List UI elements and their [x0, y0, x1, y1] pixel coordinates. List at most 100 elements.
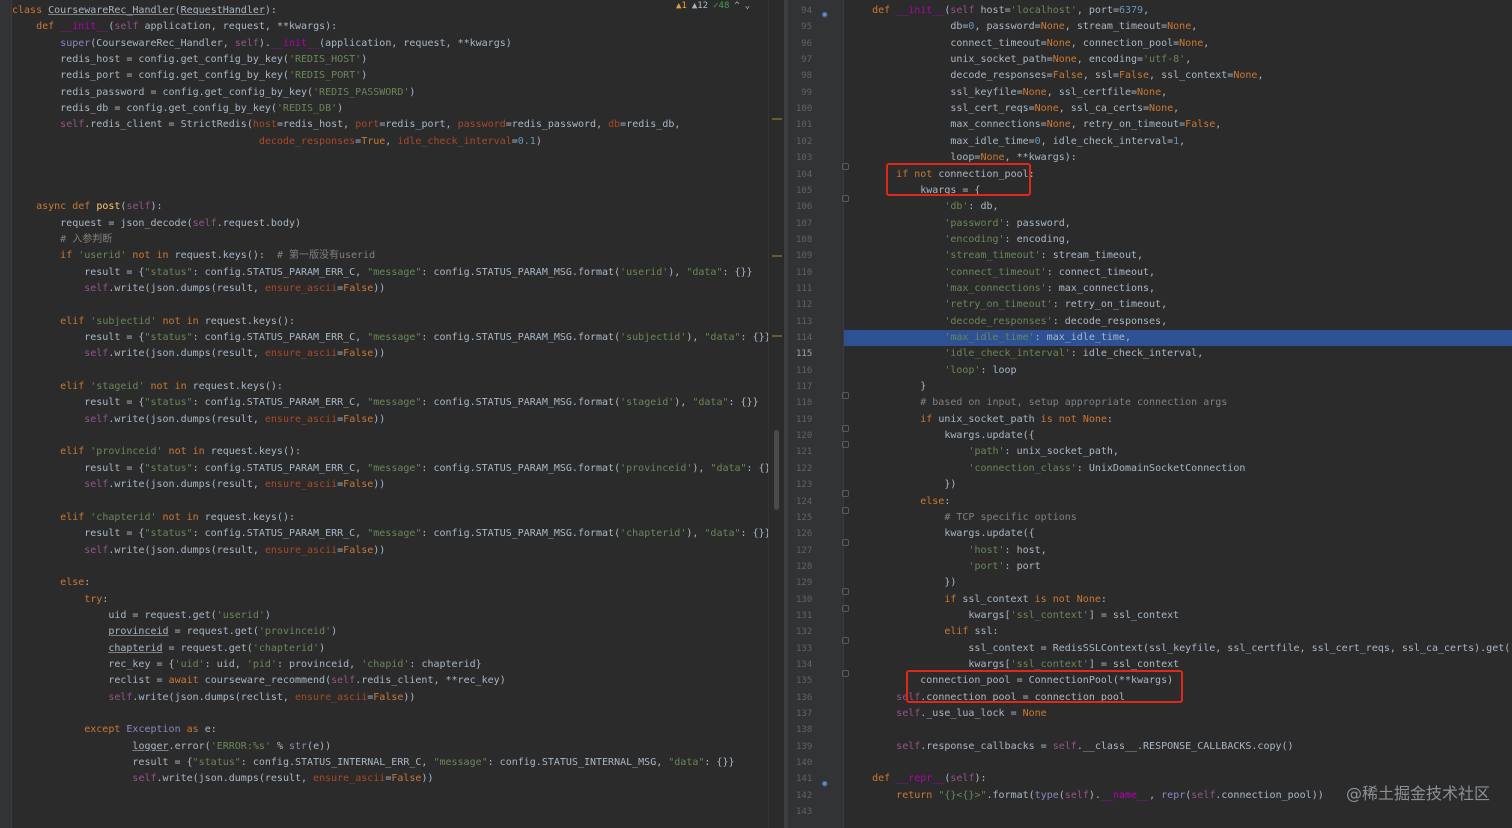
code-line[interactable]: decode_responses=False, ssl=False, ssl_c…	[844, 68, 1512, 84]
code-line[interactable]: self.response_callbacks = self.__class__…	[844, 739, 1512, 755]
code-line[interactable]	[0, 363, 768, 379]
code-line[interactable]: self._use_lua_lock = None	[844, 706, 1512, 722]
code-line[interactable]: reclist = await courseware_recommend(sel…	[0, 673, 768, 689]
code-line[interactable]: 'encoding': encoding,	[844, 232, 1512, 248]
code-line[interactable]: 'db': db,	[844, 199, 1512, 215]
code-line[interactable]: # 入参判断	[0, 232, 768, 248]
code-line[interactable]: self.write(json.dumps(result, ensure_asc…	[0, 477, 768, 493]
code-line[interactable]: result = {"status": config.STATUS_PARAM_…	[0, 330, 768, 346]
code-line[interactable]: result = {"status": config.STATUS_PARAM_…	[0, 265, 768, 281]
code-line[interactable]: elif 'provinceid' not in request.keys():	[0, 444, 768, 460]
fold-marker-icon[interactable]	[842, 670, 849, 677]
code-line[interactable]: 'host': host,	[844, 543, 1512, 559]
code-line[interactable]: result = {"status": config.STATUS_PARAM_…	[0, 526, 768, 542]
code-line[interactable]: kwargs.update({	[844, 526, 1512, 542]
fold-marker-icon[interactable]	[842, 490, 849, 497]
code-line[interactable]: uid = request.get('userid')	[0, 608, 768, 624]
code-line[interactable]: def __init__(self application, request, …	[0, 19, 768, 35]
code-line[interactable]: self.redis_client = StrictRedis(host=red…	[0, 117, 768, 133]
code-line[interactable]: request = json_decode(self.request.body)	[0, 216, 768, 232]
code-line[interactable]: decode_responses=True, idle_check_interv…	[0, 134, 768, 150]
code-line[interactable]: # based on input, setup appropriate conn…	[844, 395, 1512, 411]
code-line[interactable]: chapterid = request.get('chapterid')	[0, 641, 768, 657]
code-line[interactable]: 'max_connections': max_connections,	[844, 281, 1512, 297]
fold-marker-icon[interactable]	[842, 507, 849, 514]
code-line[interactable]: connect_timeout=None, connection_pool=No…	[844, 36, 1512, 52]
override-icon[interactable]: ◉	[822, 10, 827, 20]
code-line[interactable]: 'port': port	[844, 559, 1512, 575]
code-line[interactable]: max_idle_time=0, idle_check_interval=1,	[844, 134, 1512, 150]
code-line[interactable]: 'retry_on_timeout': retry_on_timeout,	[844, 297, 1512, 313]
code-line[interactable]	[0, 428, 768, 444]
code-line[interactable]: self.write(json.dumps(result, ensure_asc…	[0, 346, 768, 362]
code-line[interactable]: class CoursewareRec_Handler(RequestHandl…	[0, 3, 768, 19]
code-line[interactable]: 'path': unix_socket_path,	[844, 444, 1512, 460]
fold-marker-icon[interactable]	[842, 441, 849, 448]
code-line[interactable]: 'loop': loop	[844, 363, 1512, 379]
code-line[interactable]	[0, 706, 768, 722]
code-line[interactable]: 'connection_class': UnixDomainSocketConn…	[844, 461, 1512, 477]
code-line[interactable]: result = {"status": config.STATUS_PARAM_…	[0, 395, 768, 411]
code-line[interactable]: if 'userid' not in request.keys(): # 第一版…	[0, 248, 768, 264]
code-line[interactable]: logger.error('ERROR:%s' % str(e))	[0, 739, 768, 755]
code-line[interactable]: ssl_context = RedisSSLContext(ssl_keyfil…	[844, 641, 1512, 657]
code-line[interactable]: 'idle_check_interval': idle_check_interv…	[844, 346, 1512, 362]
code-line[interactable]	[0, 297, 768, 313]
code-line[interactable]: unix_socket_path=None, encoding='utf-8',	[844, 52, 1512, 68]
code-line[interactable]: redis_password = config.get_config_by_ke…	[0, 85, 768, 101]
scrollbar-thumb[interactable]	[774, 430, 779, 510]
code-line[interactable]: except Exception as e:	[0, 722, 768, 738]
code-line[interactable]: elif 'subjectid' not in request.keys():	[0, 314, 768, 330]
code-line[interactable]: ssl_cert_reqs=None, ssl_ca_certs=None,	[844, 101, 1512, 117]
code-line[interactable]	[0, 183, 768, 199]
code-line[interactable]: redis_host = config.get_config_by_key('R…	[0, 52, 768, 68]
code-line[interactable]: self.write(json.dumps(reclist, ensure_as…	[0, 690, 768, 706]
code-line[interactable]: max_connections=None, retry_on_timeout=F…	[844, 117, 1512, 133]
right-editor[interactable]: def __init__(self host='localhost', port…	[844, 0, 1512, 828]
code-line[interactable]: else:	[844, 494, 1512, 510]
code-line[interactable]: 'stream_timeout': stream_timeout,	[844, 248, 1512, 264]
fold-marker-icon[interactable]	[842, 195, 849, 202]
code-line[interactable]: 'connect_timeout': connect_timeout,	[844, 265, 1512, 281]
code-line[interactable]	[844, 804, 1512, 820]
code-line[interactable]	[844, 722, 1512, 738]
code-line[interactable]: kwargs.update({	[844, 428, 1512, 444]
override-icon[interactable]: ◉	[822, 779, 827, 789]
code-line[interactable]: self.write(json.dumps(result, ensure_asc…	[0, 412, 768, 428]
code-line[interactable]: result = {"status": config.STATUS_PARAM_…	[0, 461, 768, 477]
code-line[interactable]: try:	[0, 592, 768, 608]
code-line[interactable]: provinceid = request.get('provinceid')	[0, 624, 768, 640]
code-line[interactable]	[0, 559, 768, 575]
fold-marker-icon[interactable]	[842, 539, 849, 546]
code-line[interactable]: 'max_idle_time': max_idle_time,	[844, 330, 1512, 346]
code-line[interactable]: 'decode_responses': decode_responses,	[844, 314, 1512, 330]
code-line[interactable]	[0, 167, 768, 183]
code-line[interactable]: 'password': password,	[844, 216, 1512, 232]
code-line[interactable]	[0, 494, 768, 510]
fold-marker-icon[interactable]	[842, 163, 849, 170]
fold-marker-icon[interactable]	[842, 605, 849, 612]
code-line[interactable]: rec_key = {'uid': uid, 'pid': provinceid…	[0, 657, 768, 673]
left-editor[interactable]: ▲1 ▲12 ✓48 ^ ⌄ class CoursewareRec_Handl…	[0, 0, 768, 828]
code-line[interactable]: }	[844, 379, 1512, 395]
code-line[interactable]: result = {"status": config.STATUS_INTERN…	[0, 755, 768, 771]
code-line[interactable]: elif 'stageid' not in request.keys():	[0, 379, 768, 395]
code-line[interactable]: redis_db = config.get_config_by_key('RED…	[0, 101, 768, 117]
code-line[interactable]: redis_port = config.get_config_by_key('R…	[0, 68, 768, 84]
code-line[interactable]: async def post(self):	[0, 199, 768, 215]
code-line[interactable]: self.write(json.dumps(result, ensure_asc…	[0, 543, 768, 559]
code-line[interactable]: elif ssl:	[844, 624, 1512, 640]
code-line[interactable]: super(CoursewareRec_Handler, self).__ini…	[0, 36, 768, 52]
code-line[interactable]: if unix_socket_path is not None:	[844, 412, 1512, 428]
code-line[interactable]: if ssl_context is not None:	[844, 592, 1512, 608]
fold-marker-icon[interactable]	[842, 392, 849, 399]
fold-marker-icon[interactable]	[842, 637, 849, 644]
code-line[interactable]: self.write(json.dumps(result, ensure_asc…	[0, 281, 768, 297]
code-line[interactable]: self.write(json.dumps(result, ensure_asc…	[0, 771, 768, 787]
code-line[interactable]: })	[844, 575, 1512, 591]
fold-marker-icon[interactable]	[842, 588, 849, 595]
code-line[interactable]: db=0, password=None, stream_timeout=None…	[844, 19, 1512, 35]
code-line[interactable]	[844, 755, 1512, 771]
code-line[interactable]: ssl_keyfile=None, ssl_certfile=None,	[844, 85, 1512, 101]
code-line[interactable]	[0, 150, 768, 166]
